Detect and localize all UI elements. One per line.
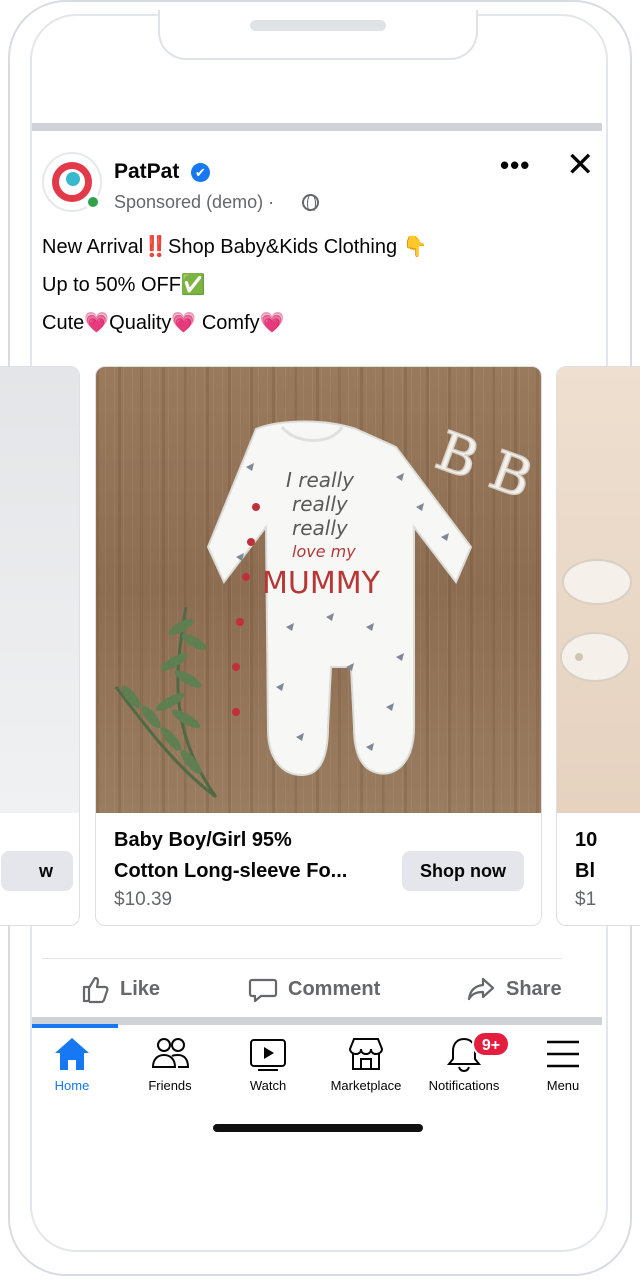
romper-print: I really really really love my: [286, 468, 356, 561]
comment-bubble-icon: [248, 978, 278, 1003]
tab-label: Notifications: [428, 1078, 500, 1093]
brand-logo-dot: [66, 172, 80, 186]
home-indicator[interactable]: [213, 1124, 423, 1132]
phone-speaker: [250, 20, 386, 31]
carousel-card-next[interactable]: 10 Bl $1: [556, 366, 640, 926]
print-line: love my: [292, 542, 356, 561]
product-image: [0, 367, 79, 813]
comment-button[interactable]: Comment: [248, 972, 380, 1006]
carousel-card-previous[interactable]: w: [0, 366, 80, 926]
tab-label: Marketplace: [330, 1078, 402, 1093]
home-icon: [55, 1038, 89, 1070]
tab-notifications[interactable]: 9+ Notifications: [416, 1031, 512, 1093]
print-line: really: [292, 492, 349, 516]
phone-notch: [158, 10, 478, 60]
caption-line: Cute💗Quality💗 Comfy💗: [42, 312, 285, 334]
tab-label: Friends: [148, 1078, 192, 1093]
tab-label: Watch: [249, 1078, 287, 1093]
product-title[interactable]: Baby Boy/Girl 95% Cotton Long-sleeve Fo.…: [114, 825, 347, 887]
watch-icon: [250, 1039, 286, 1071]
product-price: $1: [575, 889, 597, 910]
sponsored-label: Sponsored (demo) ·: [114, 192, 275, 212]
caption-line: New Arrival‼️Shop Baby&Kids Clothing 👇: [42, 236, 428, 258]
shoes-illustration: [560, 559, 632, 682]
product-price: $10.39: [114, 889, 173, 910]
notification-badge: 9+: [472, 1031, 510, 1057]
verified-badge-icon: ✔: [191, 163, 210, 182]
thumbs-up-icon: [82, 976, 109, 1004]
shop-now-button[interactable]: Shop now: [402, 851, 524, 891]
product-title-line: Bl: [575, 860, 595, 882]
tab-marketplace[interactable]: Marketplace: [318, 1034, 414, 1093]
close-button[interactable]: ✕: [566, 148, 595, 182]
share-button[interactable]: Share: [466, 972, 562, 1006]
active-tab-indicator: [32, 1024, 118, 1028]
tab-menu[interactable]: Menu: [515, 1034, 611, 1093]
product-title[interactable]: 10 Bl: [575, 825, 597, 887]
shop-now-button[interactable]: w: [1, 851, 73, 891]
product-image: [557, 367, 640, 813]
print-line: I really: [286, 468, 355, 492]
menu-icon: [547, 1040, 579, 1068]
tab-friends[interactable]: Friends: [122, 1034, 218, 1093]
share-arrow-icon: [467, 977, 495, 1001]
tab-label: Home: [54, 1078, 90, 1093]
globe-icon: [302, 194, 319, 213]
product-title-line: Cotton Long-sleeve Fo...: [114, 860, 348, 882]
marketplace-icon: [348, 1038, 384, 1070]
caption-line: Up to 50% OFF✅: [42, 274, 206, 296]
print-line: really: [292, 516, 349, 540]
feed-divider-top: [32, 123, 602, 131]
page-name[interactable]: PatPat: [114, 160, 179, 184]
more-options-button[interactable]: •••: [500, 150, 530, 181]
tab-watch[interactable]: Watch: [220, 1034, 316, 1093]
fern-leaves: [121, 618, 207, 774]
product-image[interactable]: I really really really love my MUMMY B B: [96, 367, 541, 813]
carousel-card-main[interactable]: I really really really love my MUMMY B B…: [95, 366, 542, 926]
comment-label: Comment: [288, 977, 381, 1000]
tab-label: Menu: [546, 1078, 580, 1093]
print-line-mummy: MUMMY: [262, 566, 381, 601]
share-label: Share: [506, 977, 562, 1000]
friends-icon: [151, 1038, 190, 1068]
action-separator: [42, 958, 562, 959]
product-title-line: Baby Boy/Girl 95%: [114, 829, 292, 851]
decor-letters: B B: [428, 419, 540, 511]
product-title-line: 10: [575, 829, 598, 851]
online-indicator: [85, 194, 101, 210]
romper-illustration: I really really really love my MUMMY B B: [114, 418, 541, 799]
like-label: Like: [120, 977, 161, 1000]
tab-home[interactable]: Home: [24, 1034, 120, 1093]
like-button[interactable]: Like: [80, 972, 160, 1006]
